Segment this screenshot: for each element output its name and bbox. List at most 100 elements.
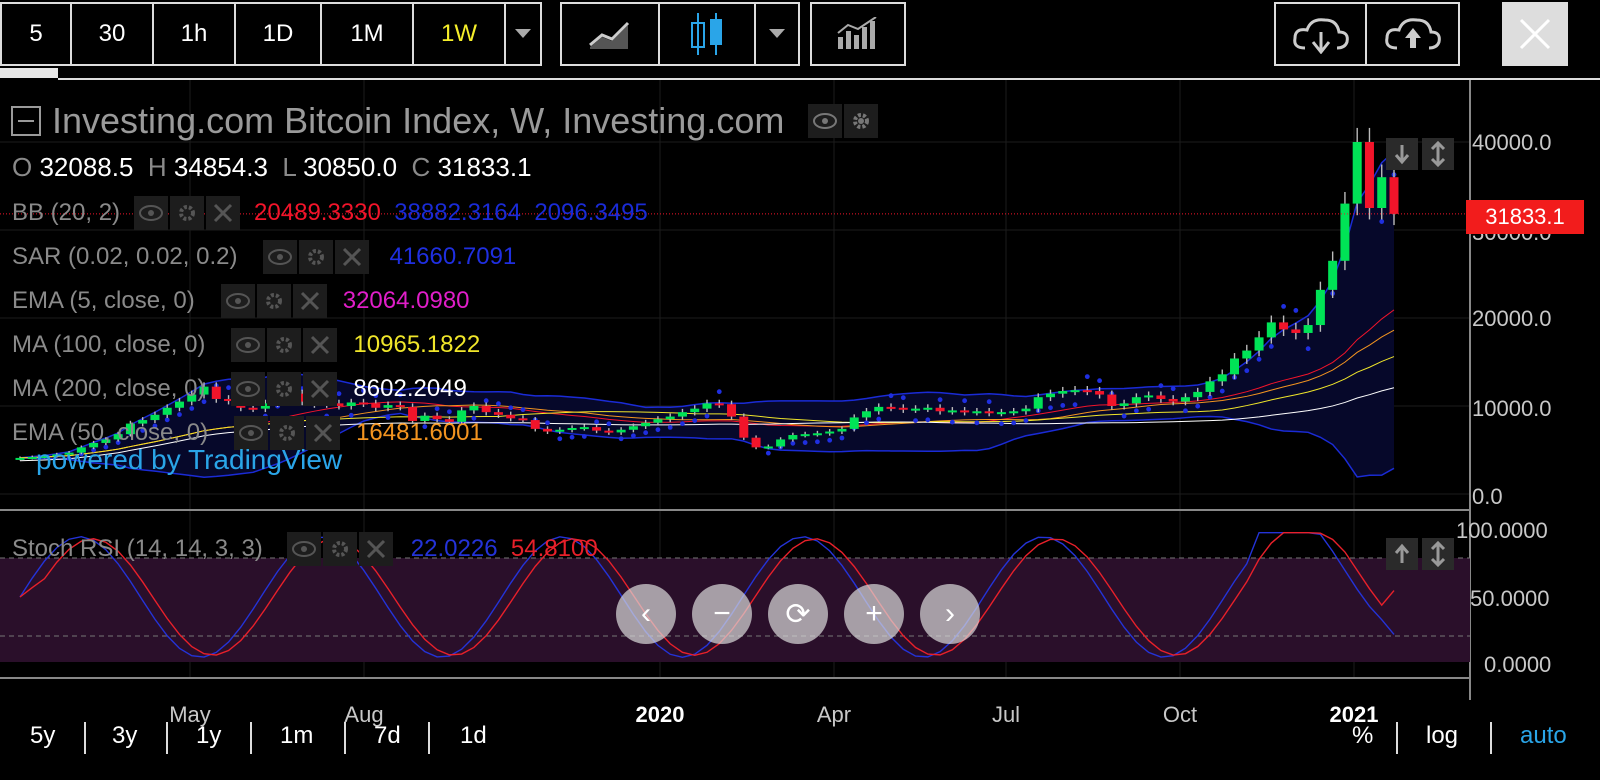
interval-1m-button[interactable]: 1M	[322, 4, 414, 64]
toolbar-scroll-handle[interactable]	[0, 68, 58, 78]
eye-icon[interactable]	[134, 196, 169, 230]
last-price-badge: 31833.1	[1466, 200, 1584, 234]
candle-body	[1303, 325, 1313, 333]
chart-title-text: Investing.com Bitcoin Index, W, Investin…	[52, 100, 785, 141]
candle-body	[923, 407, 933, 410]
gear-icon[interactable]	[299, 240, 334, 274]
eye-icon[interactable]	[808, 104, 843, 138]
range-1m-button[interactable]: 1m	[280, 722, 313, 750]
move-pane-down-button[interactable]	[1386, 138, 1418, 170]
cloud-save-button[interactable]	[1367, 4, 1458, 64]
eye-icon[interactable]	[220, 284, 255, 318]
ohlc-values: O 32088.5 H 34854.3 L 30850.0 C 31833.1	[12, 152, 532, 183]
auto-scale-button[interactable]: auto	[1520, 722, 1567, 750]
eye-icon[interactable]	[286, 532, 321, 566]
close-icon[interactable]	[206, 196, 241, 230]
range-7d-button[interactable]: 7d	[374, 722, 401, 750]
candle-body	[1168, 398, 1178, 402]
range-1d-button[interactable]: 1d	[460, 722, 487, 750]
time-axis-label: Jul	[991, 702, 1021, 727]
reset-button[interactable]: ⟳	[768, 584, 828, 644]
gear-icon[interactable]	[256, 284, 291, 318]
interval-30-button[interactable]: 30	[72, 4, 154, 64]
sar-dot	[606, 421, 612, 427]
candle-body	[15, 457, 25, 460]
sar-dot	[1170, 386, 1176, 392]
sar-dot	[1023, 418, 1029, 423]
range-5y-button[interactable]: 5y	[30, 722, 55, 750]
close-button[interactable]	[1502, 2, 1568, 66]
interval-5-button[interactable]: 5	[2, 4, 72, 64]
sar-dot	[520, 407, 526, 413]
candle-body	[898, 407, 908, 410]
close-icon	[1519, 18, 1551, 50]
zoom-in-button[interactable]: +	[844, 584, 904, 644]
close-icon[interactable]	[335, 240, 370, 274]
sar-dot	[962, 398, 968, 404]
scroll-left-button[interactable]: ‹	[616, 584, 676, 644]
time-axis-label: Apr	[816, 702, 852, 727]
gear-icon[interactable]	[267, 372, 302, 406]
gear-icon[interactable]	[844, 104, 879, 138]
cloud-upload-icon	[1384, 18, 1441, 50]
range-1y-button[interactable]: 1y	[196, 722, 221, 750]
maximize-pane-button[interactable]	[1422, 138, 1454, 170]
candle-body	[628, 426, 638, 430]
eye-icon[interactable]	[231, 328, 266, 362]
price-axis-label: 40000.0	[1472, 130, 1552, 155]
candle-body	[1107, 394, 1117, 406]
eye-icon[interactable]	[231, 372, 266, 406]
time-axis-label: 2020	[635, 702, 685, 727]
gear-icon[interactable]	[170, 196, 205, 230]
candle-body	[248, 407, 258, 410]
interval-1h-button[interactable]: 1h	[154, 4, 236, 64]
gear-icon[interactable]	[322, 532, 357, 566]
range-3y-button[interactable]: 3y	[112, 722, 137, 750]
collapse-icon[interactable]	[10, 105, 42, 137]
sar-dot	[189, 406, 195, 411]
close-icon[interactable]	[358, 532, 393, 566]
legend-ema5-controls	[220, 284, 327, 318]
gear-icon[interactable]	[267, 328, 302, 362]
candle-body	[1193, 391, 1203, 398]
candle-body	[604, 430, 614, 433]
chart-type-dropdown-button[interactable]	[756, 4, 798, 64]
move-pane-up-button[interactable]	[1386, 538, 1418, 570]
close-icon[interactable]	[303, 372, 338, 406]
close-icon[interactable]	[292, 284, 327, 318]
scroll-right-button[interactable]: ›	[920, 584, 980, 644]
powered-by-link[interactable]: powered by TradingView	[36, 444, 342, 476]
high-label: H	[147, 152, 167, 182]
stoch-axis-label: 0.0000	[1484, 652, 1552, 677]
percent-scale-button[interactable]: %	[1352, 722, 1373, 750]
legend-ema50-value: 16481.6001	[356, 419, 483, 446]
indicators-button[interactable]	[812, 4, 904, 64]
candle-body	[1254, 337, 1264, 351]
interval-1w-button[interactable]: 1W	[414, 4, 506, 64]
maximize-stoch-pane-button[interactable]	[1422, 538, 1454, 570]
close-icon[interactable]	[303, 328, 338, 362]
candlestick-button[interactable]	[660, 4, 756, 64]
interval-1d-button[interactable]: 1D	[236, 4, 322, 64]
sar-dot	[508, 405, 514, 411]
cloud-load-button[interactable]	[1276, 4, 1368, 64]
line-chart-button[interactable]	[562, 4, 660, 64]
sar-dot	[864, 420, 869, 426]
candle-body	[763, 446, 773, 449]
candle-body	[555, 429, 565, 432]
cloud-group	[1274, 2, 1460, 66]
sar-dot	[1121, 413, 1127, 419]
eye-icon[interactable]	[263, 240, 298, 274]
legend-bb: BB (20, 2) 20489.3330 38882.3164 2096.34…	[12, 196, 648, 230]
candle-body	[800, 434, 810, 437]
legend-sar-value: 41660.7091	[389, 243, 517, 270]
log-scale-button[interactable]: log	[1426, 722, 1458, 750]
candle-body	[1058, 391, 1068, 394]
interval-dropdown-button[interactable]	[506, 4, 540, 64]
candle-body	[530, 420, 540, 429]
legend-ema5-value: 32064.0980	[342, 287, 470, 314]
legend-ema5: EMA (5, close, 0) 32064.0980	[12, 284, 470, 318]
candle-body	[825, 431, 835, 434]
zoom-out-button[interactable]: −	[692, 584, 752, 644]
sar-dot	[1011, 420, 1017, 426]
